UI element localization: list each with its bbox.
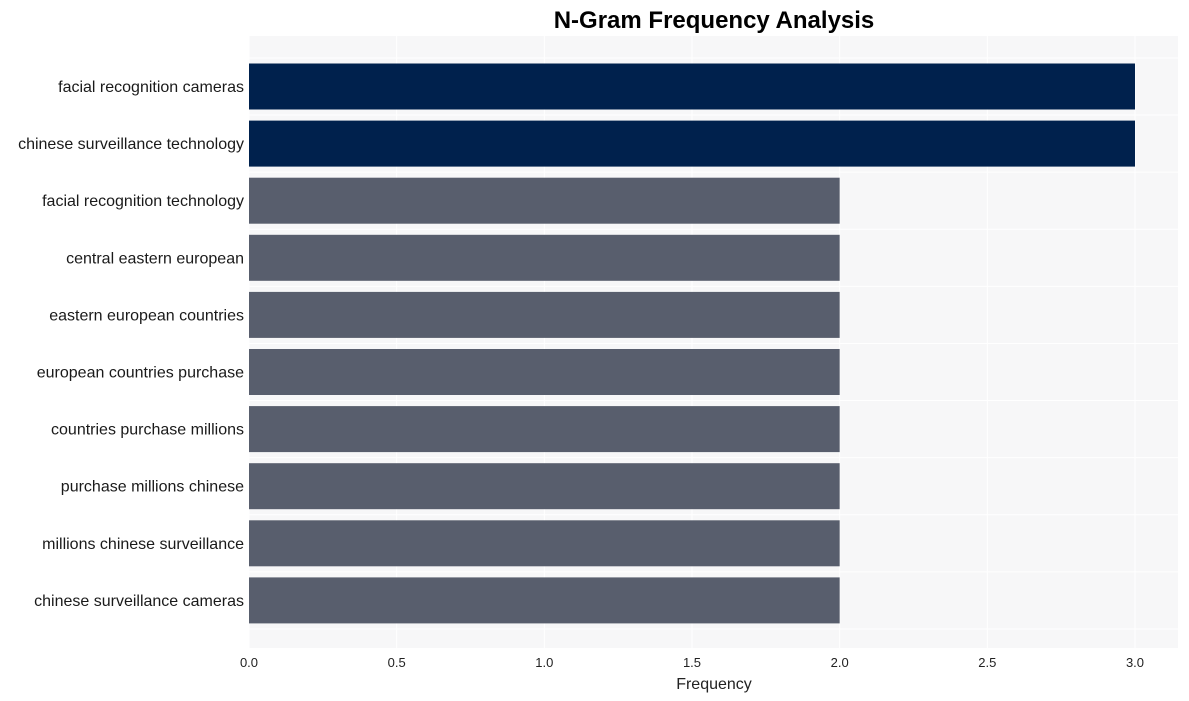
bar-millions-chinese-surveillance [249, 520, 840, 567]
bar-eastern-european-countries [249, 291, 840, 338]
bar-chinese-surveillance-technology [249, 120, 1135, 167]
chart-title: N-Gram Frequency Analysis [554, 7, 875, 34]
x-axis-ticks: 0.0 0.5 1.0 1.5 2.0 2.5 3.0 [240, 655, 1144, 670]
y-tick-label: chinese surveillance technology [18, 136, 244, 153]
y-tick-label: central eastern european [66, 250, 244, 267]
y-tick-label: chinese surveillance cameras [34, 593, 244, 610]
x-tick-label: 0.5 [388, 655, 406, 670]
bar-facial-recognition-cameras [249, 63, 1135, 110]
bar-chinese-surveillance-cameras [249, 577, 840, 624]
bar-european-countries-purchase [249, 349, 840, 395]
x-tick-label: 2.0 [831, 655, 849, 670]
x-tick-label: 1.0 [535, 655, 553, 670]
y-tick-label: facial recognition technology [42, 193, 244, 210]
ngram-bar-chart: N-Gram Frequency Analysis facial recogni… [18, 7, 1178, 693]
y-tick-label: countries purchase millions [51, 422, 244, 439]
x-tick-label: 1.5 [683, 655, 701, 670]
y-tick-label: european countries purchase [37, 365, 244, 382]
bar-central-eastern-european [249, 234, 840, 281]
bar-countries-purchase-millions [249, 406, 840, 453]
y-tick-label: millions chinese surveillance [42, 536, 244, 553]
y-axis-labels: facial recognition cameras chinese survei… [18, 79, 244, 610]
bar-facial-recognition-technology [249, 177, 840, 224]
y-tick-label: purchase millions chinese [61, 479, 244, 496]
x-axis-label: Frequency [676, 676, 752, 693]
bar-purchase-millions-chinese [249, 463, 840, 510]
y-tick-label: facial recognition cameras [58, 79, 244, 96]
x-tick-label: 3.0 [1126, 655, 1144, 670]
x-tick-label: 2.5 [978, 655, 996, 670]
x-tick-label: 0.0 [240, 655, 258, 670]
y-tick-label: eastern european countries [49, 307, 244, 324]
